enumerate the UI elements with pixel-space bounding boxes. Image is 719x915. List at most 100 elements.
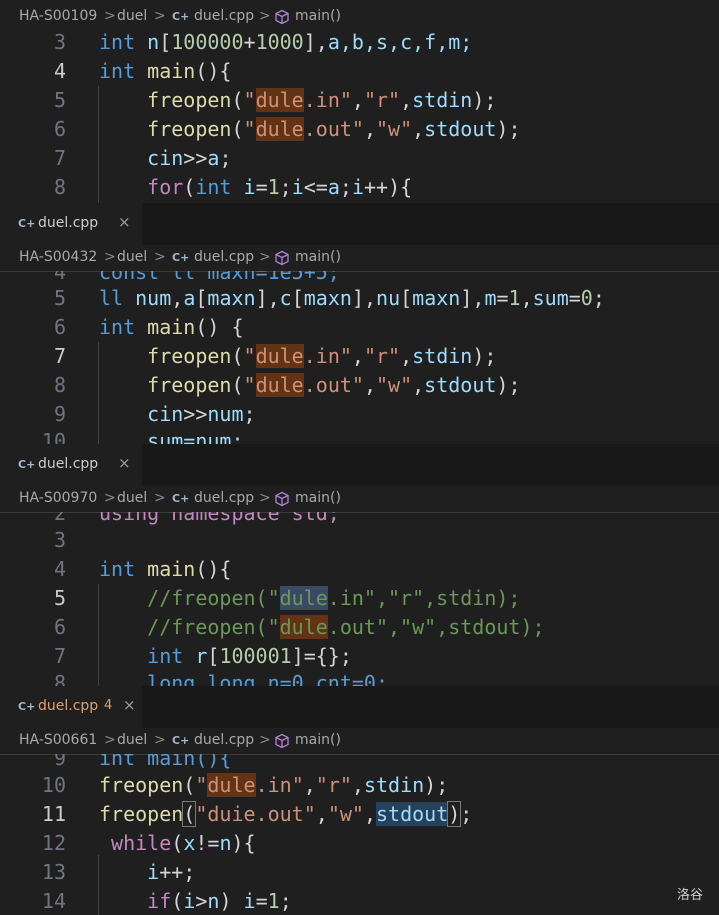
breadcrumb: HA-S00970 > duel > C+ duel.cpp > main(): [0, 486, 719, 512]
code-line: cin>>a;: [147, 146, 232, 170]
cube-icon: [274, 9, 290, 29]
cpp-file-icon: C+: [172, 10, 190, 23]
code-line: freopen("dule.in","r",stdin);: [147, 344, 497, 368]
cpp-file-icon: C+: [172, 734, 190, 747]
breadcrumb-project[interactable]: HA-S00661: [19, 732, 97, 748]
editor-pane-1: HA-S00109 > duel > C+ duel.cpp > main() …: [0, 0, 719, 203]
code-line: int main(){: [99, 557, 232, 581]
line-number: 9: [53, 402, 66, 426]
cpp-file-icon: C+: [18, 458, 36, 471]
breadcrumb-folder[interactable]: duel: [117, 732, 147, 748]
breadcrumb-folder[interactable]: duel: [117, 490, 147, 506]
line-number: 8: [53, 373, 66, 397]
code-area[interactable]: 4 5 6 7 8 9 10 const ll maxn=1e5+5; ll n…: [0, 271, 719, 444]
code-line: long long n=0,cnt=0;: [147, 671, 388, 686]
breadcrumb-symbol[interactable]: main(): [295, 249, 341, 265]
breadcrumb-project[interactable]: HA-S00432: [19, 249, 97, 265]
tab-label: duel.cpp: [38, 456, 99, 472]
close-icon[interactable]: ×: [118, 213, 131, 231]
breadcrumb-separator: >: [259, 8, 271, 24]
line-number: 10: [41, 429, 66, 444]
tab-label: duel.cpp: [38, 215, 99, 231]
line-number: 6: [53, 615, 66, 639]
code-line: int main(){: [99, 59, 232, 83]
breadcrumb-separator: >: [104, 249, 116, 265]
code-line: i++;: [147, 860, 196, 884]
breadcrumb-project[interactable]: HA-S00109: [19, 8, 97, 24]
code-line: freopen("dule.out","w",stdout);: [147, 373, 521, 397]
code-line: sum=num;: [147, 429, 244, 444]
breadcrumb: HA-S00109 > duel > C+ duel.cpp > main(): [0, 4, 719, 30]
tab-duel-cpp[interactable]: C+ duel.cpp 4 ×: [0, 686, 142, 728]
breadcrumb-symbol[interactable]: main(): [295, 490, 341, 506]
line-number: 5: [53, 286, 66, 310]
breadcrumb-separator: >: [259, 490, 271, 506]
line-number: 5: [53, 586, 66, 610]
code-line: if(i>n) i=1;: [147, 889, 292, 913]
line-number: 10: [41, 773, 66, 797]
breadcrumb-file[interactable]: duel.cpp: [194, 490, 254, 506]
line-number: 11: [41, 802, 66, 826]
breadcrumb-separator: >: [154, 490, 166, 506]
line-number: 3: [53, 30, 66, 54]
tab-duel-cpp[interactable]: C+ duel.cpp ×: [0, 444, 142, 486]
code-line: freopen("dule.in","r",stdin);: [99, 773, 449, 797]
line-number: 8: [53, 175, 66, 199]
breadcrumb-file[interactable]: duel.cpp: [194, 732, 254, 748]
line-number: 4: [53, 557, 66, 581]
line-number: 5: [53, 88, 66, 112]
code-line: for(int i=1;i<=a;i++){: [147, 175, 413, 199]
code-line: int n[100000+1000],a,b,s,c,f,m;: [99, 30, 473, 54]
cpp-file-icon: C+: [18, 217, 36, 230]
code-line: freopen("dule.out","w",stdout);: [147, 117, 521, 141]
breadcrumb-project[interactable]: HA-S00970: [19, 490, 97, 506]
code-line: cin>>num;: [147, 402, 256, 426]
code-line: //freopen("dule.in","r",stdin);: [147, 586, 521, 610]
line-number: 7: [53, 146, 66, 170]
code-area[interactable]: 2 3 4 5 6 7 8 using namespace std; int m…: [0, 512, 719, 686]
line-number: 6: [53, 117, 66, 141]
close-icon[interactable]: ×: [123, 696, 136, 714]
cpp-file-icon: C+: [172, 492, 190, 505]
line-number: 8: [53, 671, 66, 686]
breadcrumb-separator: >: [104, 8, 116, 24]
breadcrumb-file[interactable]: duel.cpp: [194, 249, 254, 265]
watermark: 洛谷: [677, 888, 704, 903]
tab-duel-cpp[interactable]: C+ duel.cpp ×: [0, 203, 142, 245]
code-line: freopen("dule.in","r",stdin);: [147, 88, 497, 112]
breadcrumb-folder[interactable]: duel: [117, 249, 147, 265]
breadcrumb-symbol[interactable]: main(): [295, 8, 341, 24]
code-line: while(x!=n){: [111, 831, 256, 855]
editor-pane-4: C+ duel.cpp 4 × HA-S00661 > duel > C+ du…: [0, 686, 719, 915]
editor-pane-3: C+ duel.cpp × HA-S00970 > duel > C+ duel…: [0, 444, 719, 686]
code-line: int main() {: [99, 315, 244, 339]
code-line: //freopen("dule.out","w",stdout);: [147, 615, 545, 639]
line-number: 7: [53, 344, 66, 368]
cpp-file-icon: C+: [172, 251, 190, 264]
problem-count-badge: 4: [104, 698, 113, 713]
code-area[interactable]: 9 10 11 12 13 14 int main(){ freopen("du…: [0, 754, 719, 915]
breadcrumb: HA-S00432 > duel > C+ duel.cpp > main(): [0, 245, 719, 271]
line-number: 14: [41, 889, 66, 913]
code-line: using namespace std;: [99, 512, 340, 525]
breadcrumb-symbol[interactable]: main(): [295, 732, 341, 748]
tab-bar: C+ duel.cpp ×: [0, 203, 719, 245]
breadcrumb-separator: >: [104, 732, 116, 748]
editor-pane-2: C+ duel.cpp × HA-S00432 > duel > C+ duel…: [0, 203, 719, 444]
cube-icon: [274, 250, 290, 270]
tab-label: duel.cpp: [38, 698, 99, 714]
breadcrumb-separator: >: [154, 732, 166, 748]
line-number: 7: [53, 644, 66, 668]
breadcrumb-file[interactable]: duel.cpp: [194, 8, 254, 24]
breadcrumb-separator: >: [259, 732, 271, 748]
code-area[interactable]: 3 4 5 6 7 8 int n[100000+1000],a,b,s,c,f…: [0, 28, 719, 203]
breadcrumb-separator: >: [104, 490, 116, 506]
code-line: freopen("duie.out","w",stdout);: [99, 801, 473, 827]
breadcrumb-folder[interactable]: duel: [117, 8, 147, 24]
cube-icon: [274, 733, 290, 753]
breadcrumb: HA-S00661 > duel > C+ duel.cpp > main(): [0, 728, 719, 754]
close-icon[interactable]: ×: [118, 454, 131, 472]
line-number: 6: [53, 315, 66, 339]
breadcrumb-separator: >: [154, 249, 166, 265]
cpp-file-icon: C+: [18, 700, 36, 713]
